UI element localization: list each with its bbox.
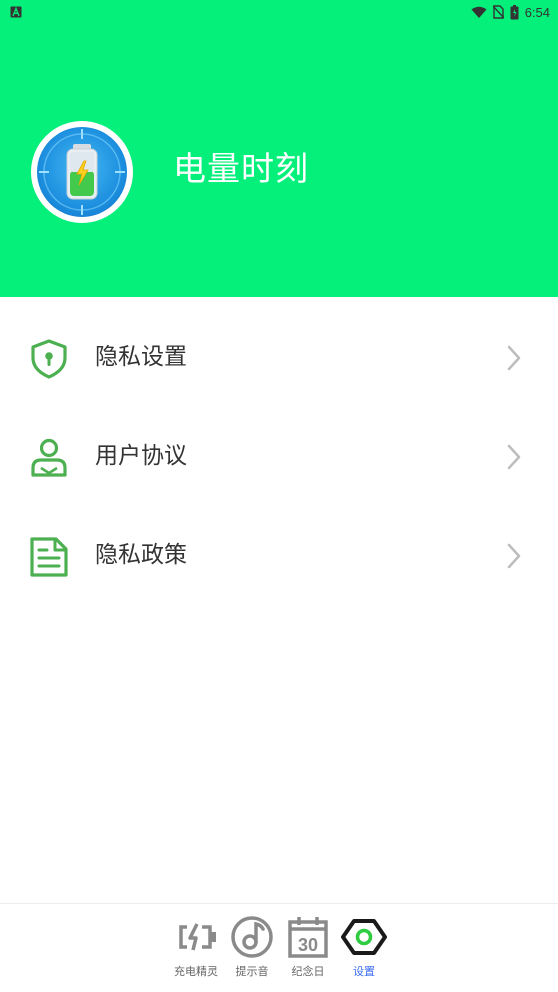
menu-item-label: 用户协议 [95, 443, 187, 469]
status-time: 6:54 [524, 4, 550, 20]
music-disc-icon [231, 916, 273, 958]
nav-label: 提示音 [235, 965, 269, 978]
status-bar: 6:54 [0, 0, 558, 24]
wifi-icon [471, 6, 487, 18]
nav-label: 纪念日 [291, 965, 325, 978]
status-right: 6:54 [471, 4, 550, 20]
nav-item-charging[interactable]: 充电精灵 [168, 914, 224, 984]
user-icon [31, 438, 67, 477]
document-icon [30, 537, 68, 577]
chevron-right-icon [507, 444, 521, 470]
nav-item-sound[interactable]: 提示音 [224, 914, 280, 984]
hexagon-settings-icon [341, 919, 387, 955]
no-sim-icon [492, 5, 504, 19]
shield-lock-icon [31, 339, 67, 379]
menu-item-label: 隐私政策 [95, 542, 187, 568]
menu-item-privacy-settings[interactable]: 隐私设置 [0, 309, 558, 408]
calendar-icon: 30 [288, 917, 328, 958]
menu-item-label: 隐私设置 [95, 344, 187, 370]
battery-icon [510, 4, 519, 19]
nav-item-settings[interactable]: 设置 [336, 914, 392, 984]
app-root: 电量时刻 6:54 隐私设置 用户协议 隐私政策 充电精灵 提示音 30 纪念日… [0, 0, 558, 992]
status-left [10, 6, 22, 18]
header: 电量时刻 [0, 0, 558, 297]
a-notification-icon [10, 6, 22, 18]
bottom-nav: 充电精灵 提示音 30 纪念日 设置 [0, 903, 558, 992]
nav-item-anniversary[interactable]: 30 纪念日 [280, 914, 336, 984]
menu-item-privacy-policy[interactable]: 隐私政策 [0, 507, 558, 606]
battery-logo-icon [37, 127, 127, 217]
app-title: 电量时刻 [173, 149, 309, 188]
settings-menu: 隐私设置 用户协议 隐私政策 [0, 309, 558, 606]
nav-label: 充电精灵 [174, 965, 218, 978]
charging-battery-icon [179, 923, 216, 951]
nav-label: 设置 [353, 965, 375, 978]
menu-item-user-agreement[interactable]: 用户协议 [0, 408, 558, 507]
chevron-right-icon [507, 345, 521, 371]
calendar-day: 30 [298, 935, 318, 955]
chevron-right-icon [507, 543, 521, 569]
app-logo [31, 121, 133, 223]
